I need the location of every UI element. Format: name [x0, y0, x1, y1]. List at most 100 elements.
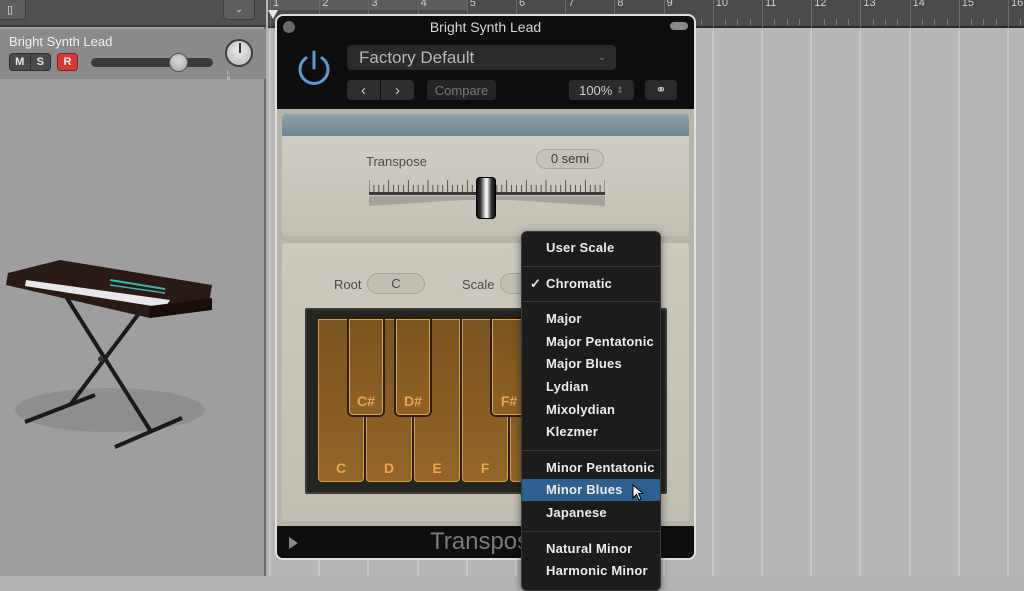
plugin-title: Bright Synth Lead: [429, 19, 542, 35]
menu-item-label: Minor Pentatonic: [546, 459, 655, 475]
transpose-label: Transpose: [366, 154, 427, 169]
ruler-bar-line: [762, 0, 763, 28]
menu-item-label: Natural Minor: [546, 540, 633, 556]
compare-button[interactable]: Compare: [427, 80, 496, 100]
ruler-bar-line: [909, 0, 911, 28]
menu-item-minor-pentatonic[interactable]: Minor Pentatonic: [522, 457, 660, 479]
library-button[interactable]: ▯: [0, 0, 26, 20]
menu-item-natural-minor[interactable]: Natural Minor: [522, 538, 660, 560]
pan-knob[interactable]: [225, 39, 253, 67]
key-label: D#: [404, 393, 422, 409]
menu-item-japanese[interactable]: Japanese: [522, 502, 660, 524]
volume-slider-thumb[interactable]: [168, 53, 188, 72]
menu-item-major-pentatonic[interactable]: Major Pentatonic: [522, 331, 660, 353]
menu-separator: [522, 449, 660, 451]
power-icon[interactable]: [294, 48, 334, 88]
bar-grid-line: [269, 30, 271, 576]
bar-grid-line: [1007, 30, 1009, 576]
ruler-bar-line: [712, 0, 714, 28]
ruler-bar-number: 11: [765, 0, 777, 9]
ruler-bar-line: [811, 0, 813, 28]
ruler-tick: [749, 19, 751, 25]
menu-item-label: Major: [546, 311, 582, 327]
menu-item-label: Major Blues: [546, 356, 622, 372]
plugin-header-bar: [282, 114, 689, 136]
black-key[interactable]: D#: [396, 319, 430, 415]
ruler-bar-number: 15: [961, 0, 975, 9]
solo-button[interactable]: S: [31, 54, 51, 70]
ruler-bar-number: 12: [814, 0, 827, 9]
key-label: D: [383, 460, 395, 476]
menu-item-label: Major Pentatonic: [546, 333, 654, 349]
menu-item-user-scale[interactable]: User Scale: [522, 237, 660, 259]
ruler-bar-line: [860, 0, 862, 28]
mute-solo-group: M S: [9, 53, 51, 71]
bar-grid-line: [761, 30, 763, 576]
menu-item-label: Klezmer: [546, 424, 598, 440]
bar-grid-line: [810, 30, 813, 576]
ruler-tick: [897, 19, 899, 25]
ruler-tick: [885, 19, 886, 25]
ruler-bar-number: 6: [519, 0, 526, 9]
pan-lr-labels: L R: [227, 70, 243, 82]
menu-item-label: Minor Blues: [546, 482, 623, 498]
ruler-bar-number: 10: [715, 0, 729, 9]
menu-item-major[interactable]: Major: [522, 308, 660, 330]
key-label: C#: [357, 393, 375, 409]
volume-slider-track[interactable]: [91, 58, 213, 67]
ruler-tick: [786, 19, 788, 25]
inspector-panel: ▯ ⌄ Bright Synth Lead M S R L R: [0, 0, 266, 576]
ruler-tick: [946, 19, 948, 25]
transpose-panel: Transpose 0 semi: [282, 136, 689, 236]
track-name: Bright Synth Lead: [9, 34, 113, 49]
menu-item-chromatic[interactable]: ✓ Chromatic: [522, 273, 660, 295]
bar-grid-line: [859, 30, 862, 576]
scale-dropdown-menu: User Scale ✓ Chromatic Major Major Pentatoni…: [521, 231, 661, 591]
ruler-tick: [700, 19, 702, 25]
ruler-bar-number: 3: [371, 0, 378, 9]
menu-item-label: User Scale: [546, 240, 615, 255]
preset-select[interactable]: Factory Default ⌄: [347, 45, 616, 70]
menu-item-harmonic-minor[interactable]: Harmonic Minor: [522, 560, 660, 582]
root-select[interactable]: C: [367, 273, 425, 294]
ruler-bar-number: 16: [1011, 0, 1024, 9]
stepper-icon: ⇕: [616, 84, 624, 95]
zoom-select[interactable]: 100% ⇕: [569, 80, 634, 100]
chevron-down-icon: ⌄: [235, 4, 243, 14]
ruler-tick: [983, 19, 985, 25]
black-key[interactable]: C#: [349, 319, 383, 415]
menu-item-mixolydian[interactable]: Mixolydian: [522, 399, 660, 421]
mouse-cursor-icon: [632, 484, 645, 501]
menu-item-klezmer[interactable]: Klezmer: [522, 421, 660, 443]
window-pill-button[interactable]: [670, 22, 688, 30]
menu-item-lydian[interactable]: Lydian: [522, 376, 660, 398]
ruler-tick: [737, 19, 739, 25]
disclosure-triangle-icon[interactable]: [289, 537, 298, 549]
menu-item-label: Japanese: [546, 505, 607, 520]
mute-button[interactable]: M: [10, 54, 31, 70]
next-preset-button[interactable]: ›: [381, 80, 414, 100]
transpose-value-field[interactable]: 0 semi: [536, 149, 604, 169]
preset-value: Factory Default: [359, 48, 475, 67]
menu-separator: [522, 301, 660, 303]
record-enable-button[interactable]: R: [57, 53, 78, 71]
chevron-down-icon: ⌄: [597, 52, 606, 63]
ruler-bar-number: 14: [912, 0, 925, 9]
transpose-slider-thumb[interactable]: [476, 177, 496, 219]
menu-separator: [522, 265, 660, 267]
ruler-bar-number: 4: [420, 0, 427, 9]
previous-preset-button[interactable]: ‹: [347, 80, 380, 100]
track-header[interactable]: Bright Synth Lead M S R L R: [0, 29, 266, 82]
ruler-bar-number: 1: [273, 0, 280, 9]
ruler-bar-number: 13: [863, 0, 876, 9]
link-icon: ⚭: [655, 82, 667, 97]
synthesizer-icon: [6, 260, 212, 449]
ruler-tick: [921, 19, 923, 25]
link-button[interactable]: ⚭: [645, 80, 677, 100]
bar-grid-line: [957, 30, 960, 576]
ruler-tick: [995, 19, 997, 25]
inspector-menu-button[interactable]: ⌄: [223, 0, 255, 20]
menu-item-major-blues[interactable]: Major Blues: [522, 353, 660, 375]
ruler-tick: [835, 19, 837, 25]
ruler-tick: [774, 19, 776, 25]
